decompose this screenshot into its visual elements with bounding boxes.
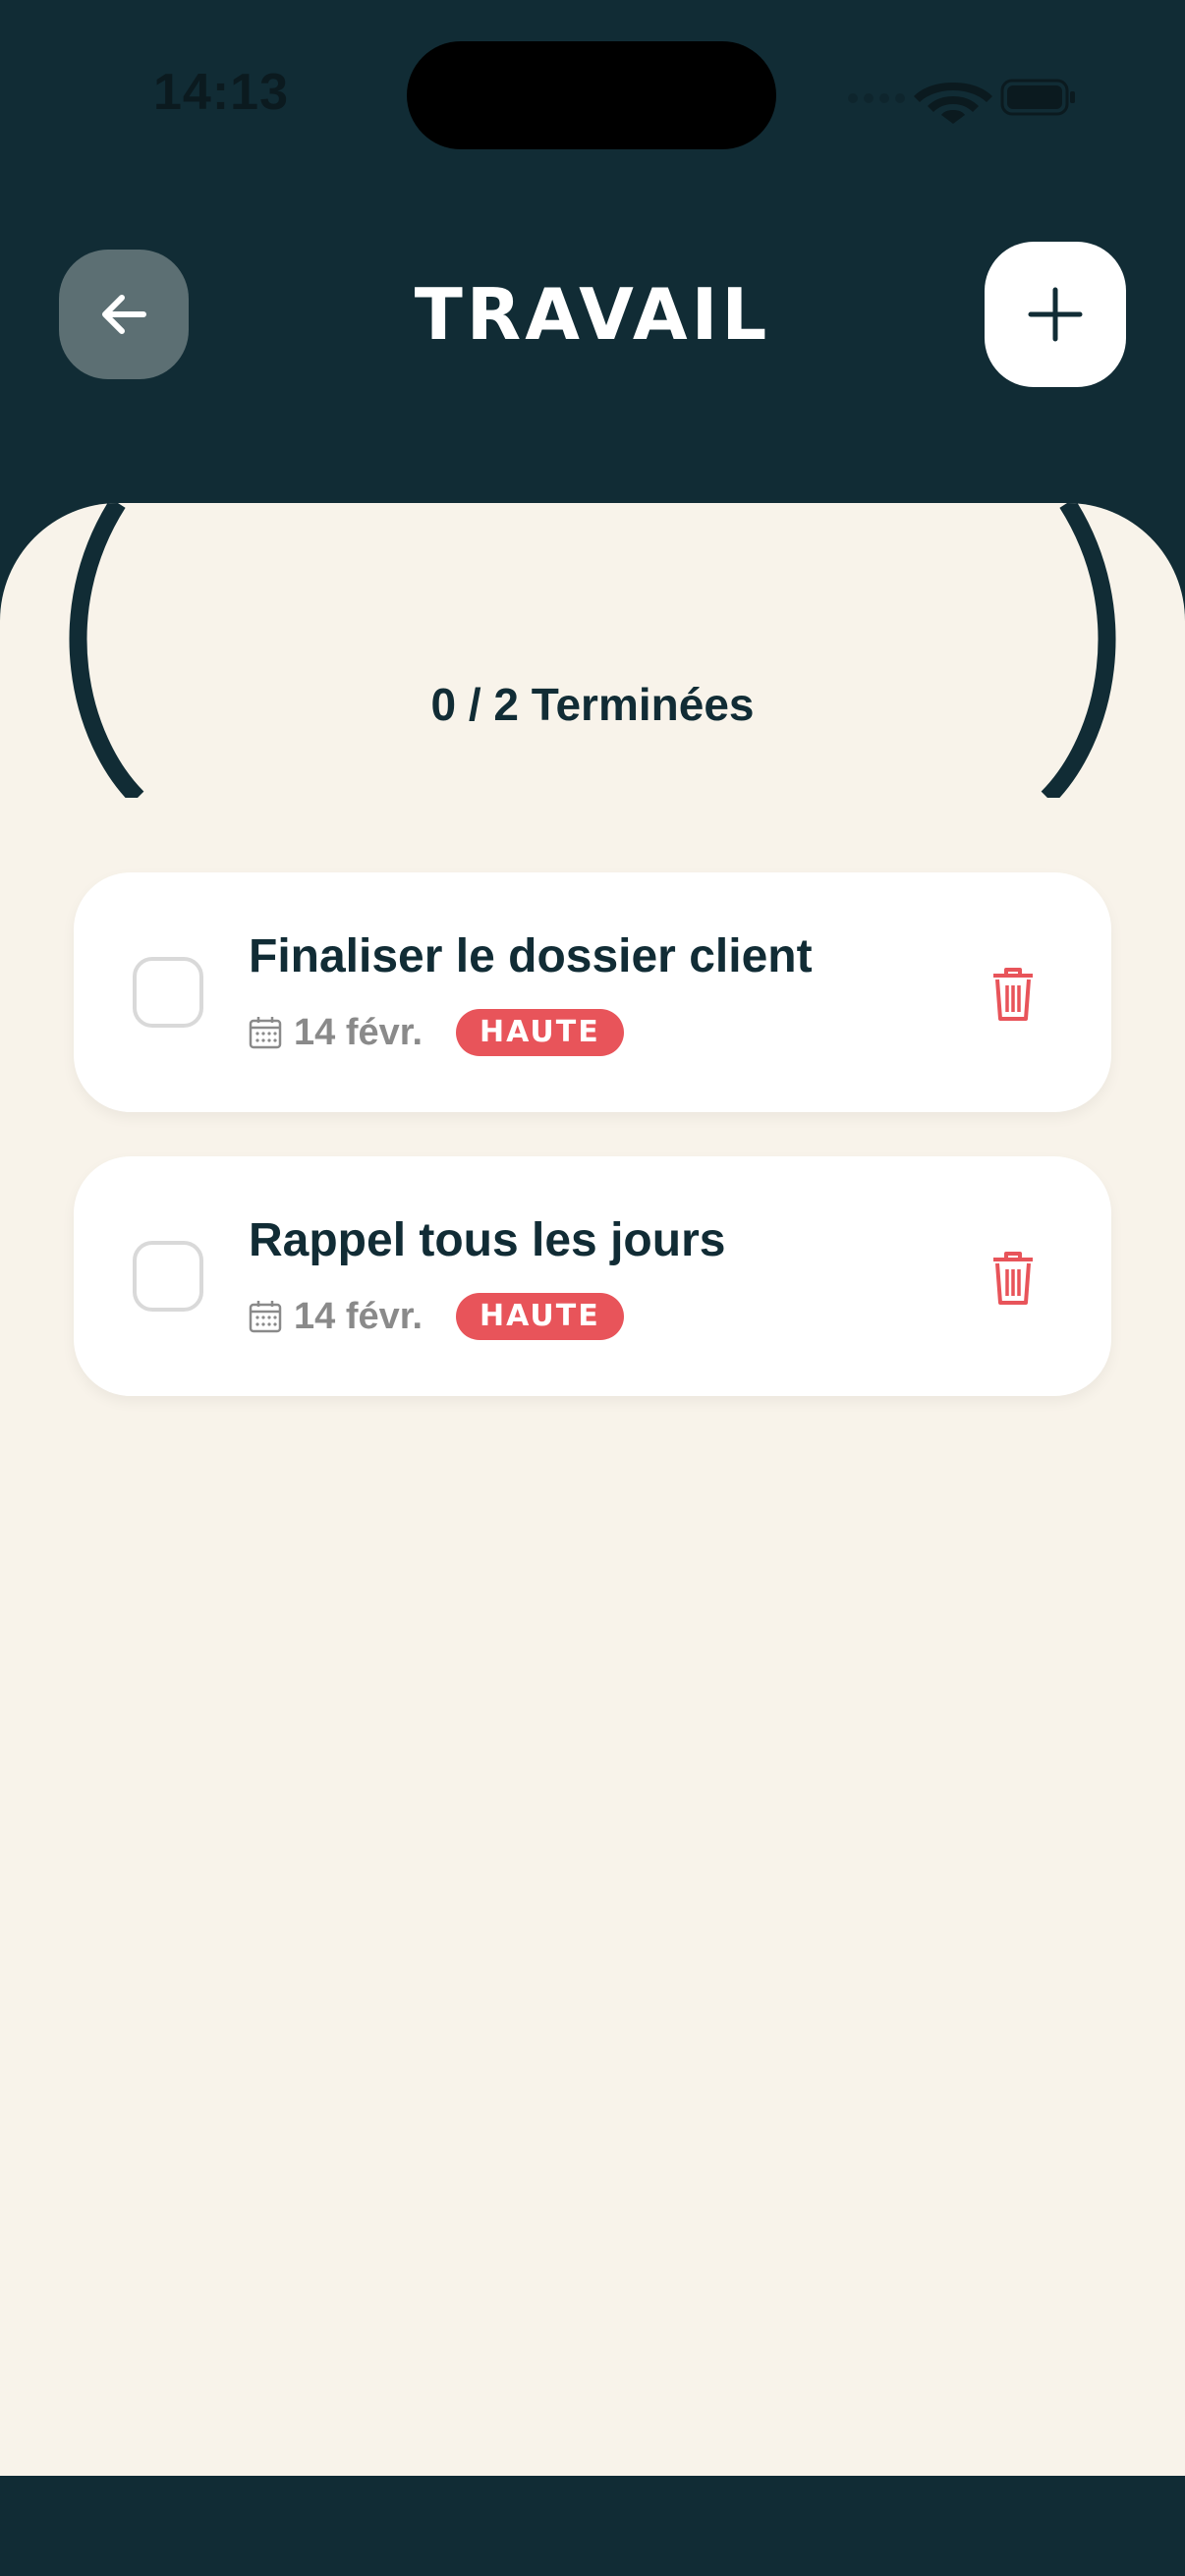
calendar-icon xyxy=(249,1301,282,1333)
task-checkbox[interactable] xyxy=(133,957,203,1028)
calendar-icon xyxy=(249,1017,282,1049)
progress-arc xyxy=(69,503,1116,798)
wifi-icon xyxy=(914,83,992,124)
trash-icon xyxy=(993,968,1033,1021)
plus-icon xyxy=(1028,287,1083,342)
task-date: 14 févr. xyxy=(294,1295,423,1337)
task-title: Rappel tous les jours xyxy=(249,1214,726,1266)
task-checkbox[interactable] xyxy=(133,1241,203,1312)
delete-task-button[interactable] xyxy=(978,1243,1048,1314)
arrow-left-icon xyxy=(102,295,146,334)
task-date: 14 févr. xyxy=(294,1011,423,1053)
status-time: 14:13 xyxy=(153,64,289,121)
header: TRAVAIL xyxy=(0,187,1185,501)
task-title: Finaliser le dossier client xyxy=(249,930,813,982)
cellular-signal-icon xyxy=(848,93,905,103)
delete-task-button[interactable] xyxy=(978,959,1048,1030)
progress-label: 0 / 2 Terminées xyxy=(430,679,755,730)
trash-icon xyxy=(993,1252,1033,1305)
battery-icon xyxy=(1000,79,1075,116)
page-title: TRAVAIL xyxy=(414,273,771,356)
task-meta: 14 févr. HAUTE xyxy=(249,1292,624,1341)
task-list-panel: 0 / 2 Terminées Finaliser le dossier cli… xyxy=(0,503,1185,2476)
add-task-button[interactable] xyxy=(985,242,1126,387)
task-card[interactable]: Finaliser le dossier client 14 févr. HAU… xyxy=(74,872,1111,1112)
priority-badge: HAUTE xyxy=(456,1293,624,1340)
dynamic-island xyxy=(407,41,776,149)
priority-badge: HAUTE xyxy=(456,1009,624,1056)
status-bar: 14:13 xyxy=(0,0,1185,187)
task-card[interactable]: Rappel tous les jours 14 févr. HAUTE xyxy=(74,1156,1111,1396)
status-icons xyxy=(845,69,1081,124)
task-meta: 14 févr. HAUTE xyxy=(249,1008,624,1057)
back-button[interactable] xyxy=(59,250,189,379)
